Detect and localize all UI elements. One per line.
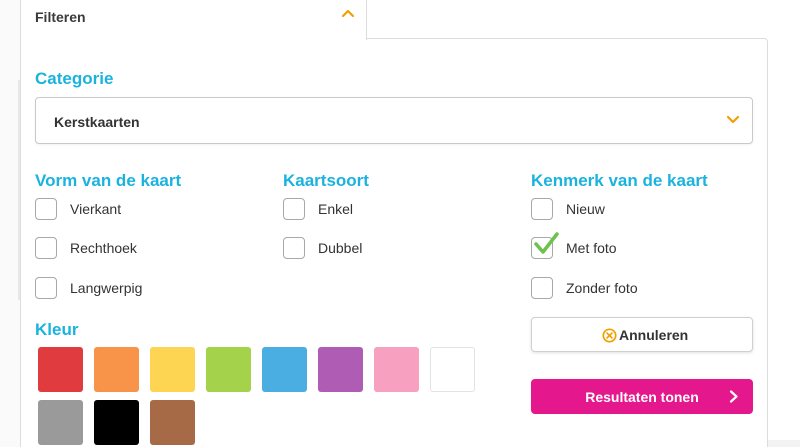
color-swatch-purple[interactable] [318,347,363,392]
checkbox-label: Zonder foto [566,280,638,296]
checkbox-label: Rechthoek [70,240,137,256]
checkbox-label: Vierkant [70,201,122,217]
color-swatch-blue[interactable] [262,347,307,392]
color-heading: Kleur [35,320,79,339]
shape-heading: Vorm van de kaart [35,171,182,190]
checkbox[interactable] [531,198,553,220]
color-swatch-red[interactable] [38,347,83,392]
show-results-button[interactable]: Resultaten tonen [531,379,753,414]
checkbox[interactable] [283,237,305,259]
chevron-down-icon [726,115,740,124]
close-circle-icon [602,328,617,343]
show-results-button-label: Resultaten tonen [585,389,699,405]
color-swatch-yellow[interactable] [150,347,195,392]
checkmark-icon [534,232,559,254]
category-select[interactable]: Kerstkaarten [35,97,753,144]
cancel-button-label: Annuleren [619,327,689,343]
checkbox[interactable] [531,277,553,299]
color-swatch-gray[interactable] [38,400,83,445]
category-heading: Categorie [35,69,114,88]
color-swatch-pink[interactable] [374,347,419,392]
chevron-up-icon[interactable] [341,6,355,20]
checkbox[interactable] [35,198,57,220]
feature-heading: Kenmerk van de kaart [531,171,708,190]
checkbox[interactable] [35,277,57,299]
checkbox-label: Enkel [318,201,354,217]
color-swatch-white[interactable] [430,347,475,392]
cancel-button[interactable]: Annuleren [531,317,753,352]
checkbox-label: Langwerpig [70,280,143,296]
color-swatch-green[interactable] [206,347,251,392]
color-swatch-black[interactable] [94,400,139,445]
filter-tab[interactable]: Filteren [20,0,367,40]
checkbox-label: Met foto [566,240,617,256]
checkbox[interactable] [35,237,57,259]
checkbox-label: Dubbel [318,240,363,256]
chevron-right-icon [729,390,738,403]
color-swatch-brown[interactable] [150,400,195,445]
card-type-heading: Kaartsoort [283,171,369,190]
filter-tab-title: Filteren [35,9,86,25]
checkbox-label: Nieuw [566,201,605,217]
category-select-value: Kerstkaarten [54,114,140,130]
color-swatch-orange[interactable] [94,347,139,392]
checkbox[interactable] [283,198,305,220]
